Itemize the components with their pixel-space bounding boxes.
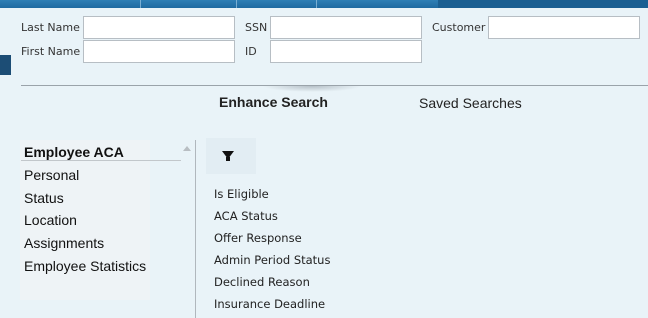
category-location[interactable]: Location bbox=[24, 212, 77, 228]
first-name-input[interactable] bbox=[83, 40, 235, 63]
toolbar-divider bbox=[140, 0, 141, 8]
ssn-input[interactable] bbox=[270, 16, 422, 39]
id-label: ID bbox=[245, 45, 257, 58]
filter-icon-stem bbox=[226, 157, 230, 161]
category-status[interactable]: Status bbox=[24, 190, 64, 206]
last-name-label: Last Name bbox=[21, 21, 80, 34]
panel-divider bbox=[195, 140, 196, 318]
category-assignments[interactable]: Assignments bbox=[24, 235, 104, 251]
ssn-label: SSN bbox=[245, 21, 268, 34]
nav-collapse-tab[interactable] bbox=[0, 55, 11, 75]
tab-saved-searches[interactable]: Saved Searches bbox=[419, 95, 522, 111]
toolbar-divider bbox=[236, 0, 237, 8]
criteria-option[interactable]: Offer Response bbox=[214, 231, 302, 245]
tab-enhance-search[interactable]: Enhance Search bbox=[219, 94, 328, 110]
customer-input[interactable] bbox=[488, 16, 640, 39]
scroll-up-icon[interactable] bbox=[183, 146, 191, 151]
criteria-option[interactable]: Admin Period Status bbox=[214, 253, 330, 267]
category-employee-statistics[interactable]: Employee Statistics bbox=[24, 258, 146, 274]
last-name-input[interactable] bbox=[83, 16, 235, 39]
customer-label: Customer bbox=[432, 21, 486, 34]
category-personal[interactable]: Personal bbox=[24, 167, 79, 183]
id-input[interactable] bbox=[270, 40, 422, 63]
criteria-option[interactable]: Declined Reason bbox=[214, 275, 310, 289]
toolbar-title-area bbox=[438, 0, 648, 8]
toolbar-divider bbox=[316, 0, 317, 8]
criteria-option[interactable]: Is Eligible bbox=[214, 187, 269, 201]
first-name-label: First Name bbox=[21, 45, 81, 58]
category-employee-aca[interactable]: Employee ACA bbox=[24, 144, 124, 160]
criteria-option[interactable]: Insurance Deadline bbox=[214, 297, 325, 311]
app-toolbar-strip bbox=[0, 0, 648, 8]
category-selected-underline bbox=[21, 160, 181, 161]
criteria-option[interactable]: ACA Status bbox=[214, 209, 278, 223]
active-tab-indicator bbox=[262, 86, 362, 92]
